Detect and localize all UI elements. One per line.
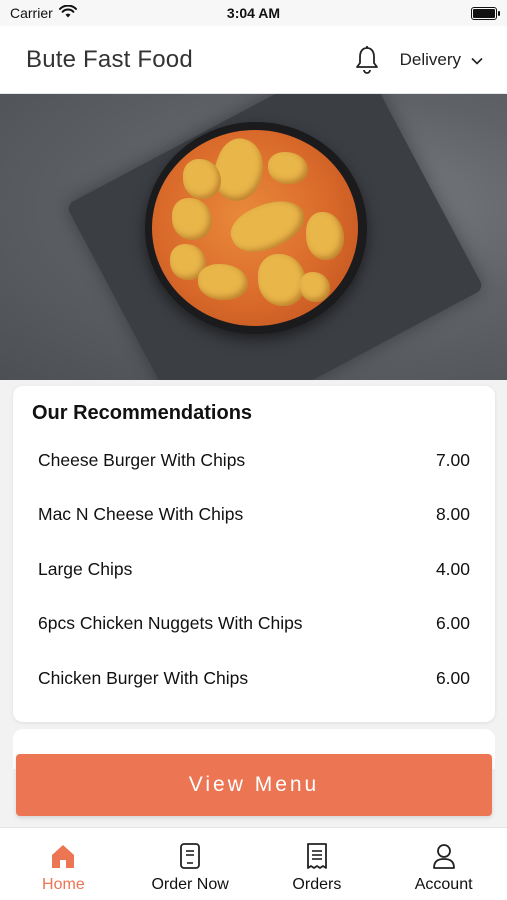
item-name: 6pcs Chicken Nuggets With Chips [38, 613, 303, 634]
chicken-piece [268, 152, 308, 184]
item-price: 6.00 [435, 667, 470, 688]
recommendation-item[interactable]: Large Chips 4.00 [13, 542, 495, 597]
recommendation-item[interactable]: Cheese Burger With Chips 7.00 [13, 433, 495, 488]
recommendations-card: Our Recommendations Cheese Burger With C… [13, 386, 495, 722]
recommendation-item[interactable]: Chicken Burger With Chips 6.00 [13, 651, 495, 706]
battery-icon [471, 6, 500, 20]
chicken-piece [183, 159, 221, 199]
delivery-selector[interactable]: Delivery [400, 50, 483, 70]
receipt-icon [303, 842, 331, 870]
hero-food-image [0, 94, 507, 380]
app-screen: Carrier 3:04 AM Bute Fast Food Delivery [0, 0, 507, 900]
status-left: Carrier [10, 4, 77, 21]
item-price: 7.00 [435, 449, 470, 470]
bottom-nav: Home Order Now Orders Account [0, 827, 507, 900]
wifi-icon [58, 4, 77, 21]
notification-bell-icon[interactable] [352, 43, 382, 77]
nav-label-order-now: Order Now [151, 876, 229, 893]
chevron-down-icon [471, 50, 483, 70]
carrier-label: Carrier [10, 5, 53, 21]
delivery-label: Delivery [399, 49, 461, 69]
recommendations-title: Our Recommendations [32, 402, 253, 424]
status-bar: Carrier 3:04 AM [0, 0, 507, 26]
recommendation-item[interactable]: 6pcs Chicken Nuggets With Chips 6.00 [13, 597, 495, 652]
item-price: 4.00 [435, 558, 470, 579]
item-name: Mac N Cheese With Chips [38, 504, 244, 525]
app-header: Bute Fast Food Delivery [0, 26, 507, 94]
item-name: Large Chips [38, 558, 133, 579]
person-icon [430, 842, 458, 870]
nav-item-orders[interactable]: Orders [254, 828, 381, 900]
nav-label-home: Home [42, 876, 85, 893]
chicken-piece [172, 198, 212, 240]
item-name: Cheese Burger With Chips [38, 449, 246, 470]
nav-label-account: Account [414, 876, 473, 893]
nav-label-orders: Orders [292, 876, 342, 893]
page-title: Bute Fast Food [26, 45, 193, 73]
home-icon [49, 842, 77, 870]
nav-item-home[interactable]: Home [0, 828, 127, 900]
nav-item-account[interactable]: Account [380, 828, 507, 900]
recommendations-list: Cheese Burger With Chips 7.00 Mac N Chee… [13, 433, 495, 706]
chicken-piece [300, 272, 330, 302]
item-price: 6.00 [435, 613, 470, 634]
recommendation-item[interactable]: Mac N Cheese With Chips 8.00 [13, 488, 495, 543]
order-now-icon [176, 842, 204, 870]
nav-item-order-now[interactable]: Order Now [127, 828, 254, 900]
item-price: 8.00 [435, 504, 470, 525]
chicken-piece [198, 264, 248, 300]
view-menu-button[interactable]: View Menu [16, 754, 492, 816]
item-name: Chicken Burger With Chips [38, 667, 249, 688]
